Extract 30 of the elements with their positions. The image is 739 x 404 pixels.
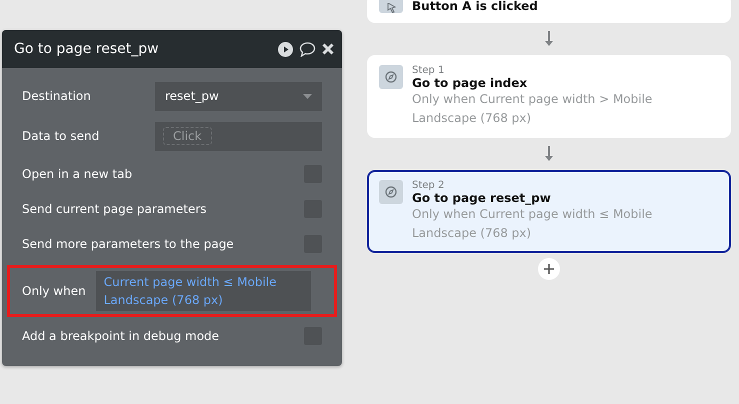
field-label: Data to send bbox=[22, 129, 100, 143]
event-title: Button A is clicked bbox=[412, 0, 538, 13]
step-condition: Only when Current page width ≤ Mobile Landscape (768 px) bbox=[412, 206, 654, 242]
field-label: Destination bbox=[22, 89, 91, 103]
event-card[interactable]: Button A is clicked bbox=[367, 0, 731, 23]
step-title: Go to page reset_pw bbox=[412, 191, 552, 205]
comment-icon[interactable] bbox=[299, 42, 316, 56]
option-label: Send current page parameters bbox=[22, 202, 207, 216]
destination-dropdown[interactable]: reset_pw bbox=[155, 82, 322, 110]
plus-icon bbox=[544, 264, 554, 274]
field-label: Only when bbox=[22, 284, 86, 298]
close-icon[interactable] bbox=[322, 43, 334, 55]
step-number: Step 1 bbox=[412, 65, 446, 76]
down-arrow-icon bbox=[544, 31, 554, 47]
step-number: Step 2 bbox=[412, 180, 446, 191]
option-label: Add a breakpoint in debug mode bbox=[22, 329, 220, 343]
step-card[interactable]: Step 2 Go to page reset_pw Only when Current page width ≤ Mobile Landscape (768 px) bbox=[367, 170, 731, 253]
caret-icon bbox=[303, 94, 312, 98]
step-condition: Only when Current page width > Mobile Landscape (768 px) bbox=[412, 91, 654, 127]
down-arrow-icon bbox=[544, 146, 554, 162]
add-step-button[interactable] bbox=[538, 258, 560, 280]
compass-icon bbox=[385, 186, 397, 198]
compass-icon bbox=[385, 71, 397, 83]
option-label: Open in a new tab bbox=[22, 166, 132, 180]
step-title: Go to page index bbox=[412, 76, 528, 90]
play-icon[interactable] bbox=[278, 42, 293, 56]
step-card[interactable]: Step 1 Go to page index Only when Current page width > Mobile Landscape (768 px) bbox=[367, 55, 731, 138]
option-label: Send more parameters to the page bbox=[22, 236, 234, 250]
panel-title: Go to page reset_pw bbox=[14, 41, 160, 57]
cursor-icon bbox=[385, 3, 397, 13]
